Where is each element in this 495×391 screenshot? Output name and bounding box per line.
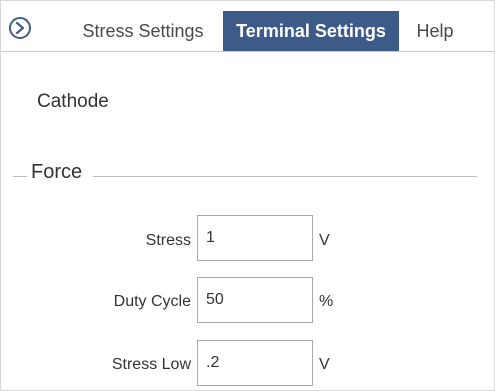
group-divider-left xyxy=(13,176,27,177)
tab-stress-settings[interactable]: Stress Settings xyxy=(77,11,209,51)
tab-terminal-settings[interactable]: Terminal Settings xyxy=(223,11,399,51)
chevron-right-circle-icon[interactable] xyxy=(9,17,31,39)
stress-low-unit: V xyxy=(319,356,330,373)
group-legend-force: Force xyxy=(31,161,83,183)
stress-label: Stress xyxy=(145,232,191,249)
stress-field[interactable] xyxy=(197,215,313,261)
duty-cycle-input[interactable] xyxy=(198,278,312,322)
group-divider-right xyxy=(93,176,477,177)
stress-low-input[interactable] xyxy=(198,341,312,385)
tab-bar: Stress Settings Terminal Settings Help xyxy=(1,1,494,52)
duty-cycle-label: Duty Cycle xyxy=(113,293,191,310)
stress-low-label: Stress Low xyxy=(111,356,191,373)
stress-low-field[interactable] xyxy=(197,340,313,386)
terminal-settings-panel: Stress Settings Terminal Settings Help C… xyxy=(0,0,495,391)
chevron-right-glyph xyxy=(15,22,25,34)
tab-help[interactable]: Help xyxy=(406,11,464,51)
duty-cycle-field[interactable] xyxy=(197,277,313,323)
duty-cycle-unit: % xyxy=(319,293,334,310)
section-title-cathode: Cathode xyxy=(37,91,109,112)
stress-input[interactable] xyxy=(198,216,312,260)
stress-unit: V xyxy=(319,232,330,249)
